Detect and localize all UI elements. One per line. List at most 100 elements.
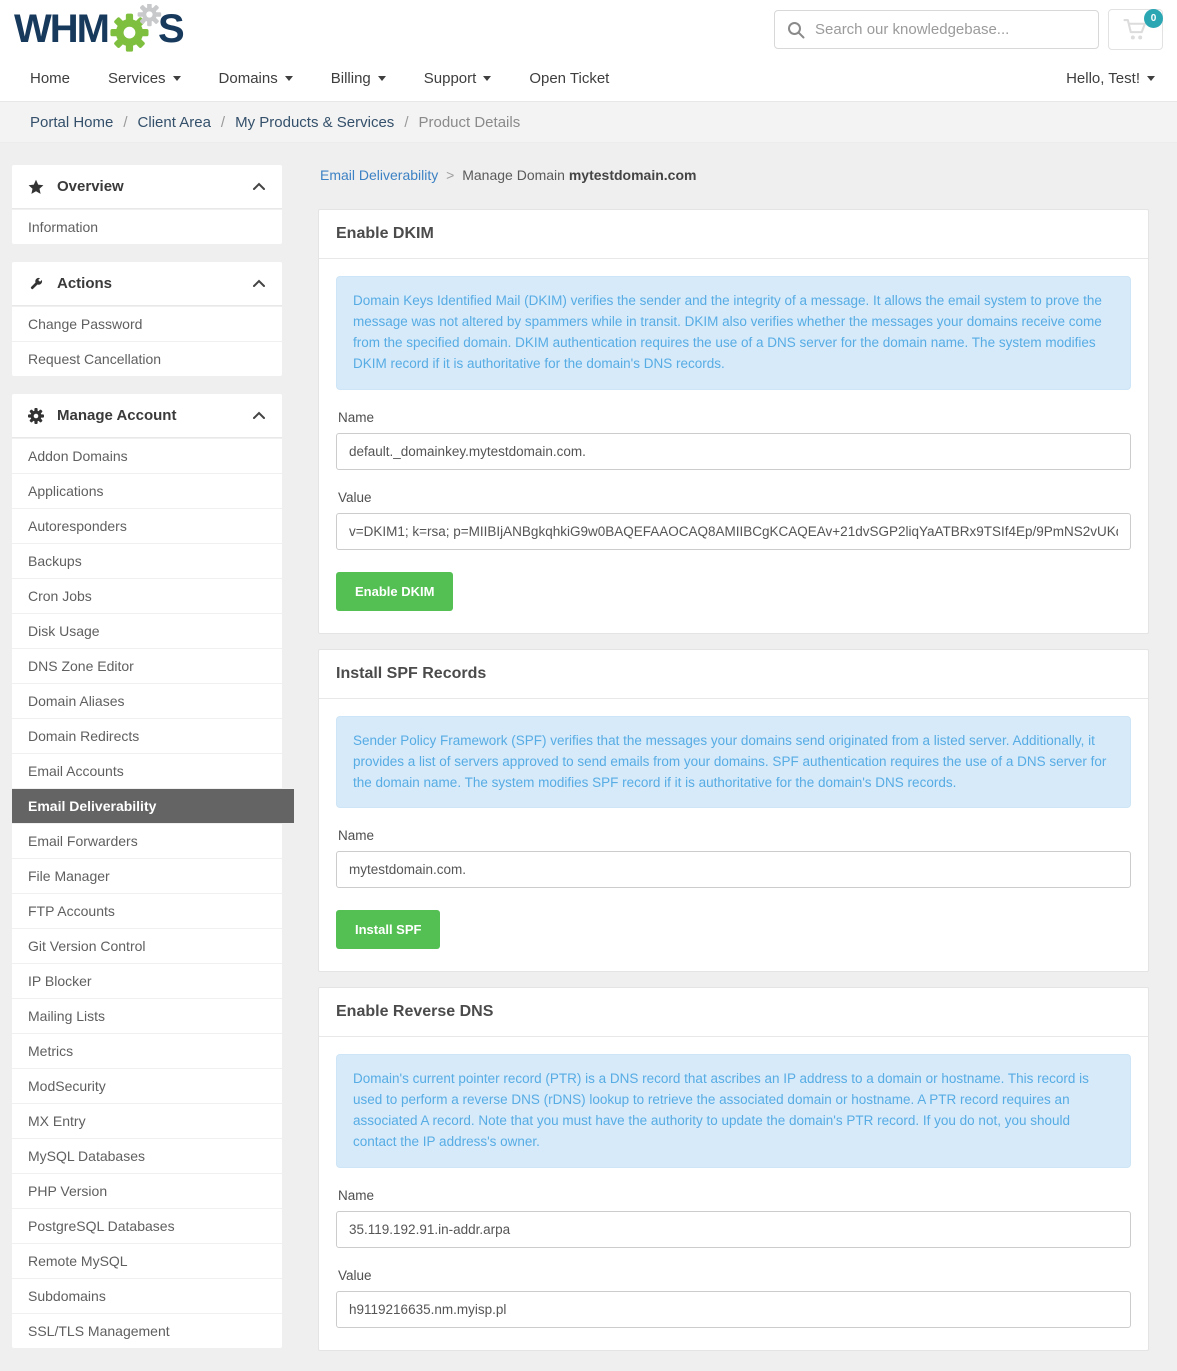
logo-text-whm: WHM (14, 9, 108, 49)
manage-domain-label: Manage Domain (462, 167, 565, 183)
title-separator: > (446, 167, 454, 183)
dkim-name-label: Name (338, 410, 1131, 425)
content-area: Overview Information Actions Change Pass… (0, 143, 1177, 1371)
whmcs-logo[interactable]: WHM S (14, 4, 183, 54)
whmcs-client-area-page: WHM S (0, 0, 1177, 1371)
search-input[interactable] (774, 10, 1099, 49)
breadcrumb: Portal Home / Client Area / My Products … (0, 101, 1177, 143)
panel-title-enable-dkim: Enable DKIM (336, 225, 434, 242)
chevron-up-icon (252, 411, 266, 420)
sidebar-item-file-manager[interactable]: File Manager (12, 858, 282, 893)
ptr-name-label: Name (338, 1188, 1131, 1203)
spf-name-input[interactable] (336, 851, 1131, 888)
sidebar-item-email-accounts[interactable]: Email Accounts (12, 753, 282, 788)
email-deliverability-link[interactable]: Email Deliverability (320, 167, 438, 183)
breadcrumb-my-products[interactable]: My Products & Services (235, 114, 394, 131)
sidebar-item-domain-redirects[interactable]: Domain Redirects (12, 718, 282, 753)
knowledgebase-search (774, 10, 1099, 49)
ptr-name-input[interactable] (336, 1211, 1131, 1248)
sidebar-item-autoresponders[interactable]: Autoresponders (12, 508, 282, 543)
install-spf-panel: Install SPF Records Sender Policy Framew… (318, 649, 1149, 973)
sidebar-item-request-cancellation[interactable]: Request Cancellation (12, 341, 282, 376)
sidebar-item-ssl-tls-management[interactable]: SSL/TLS Management (12, 1313, 282, 1348)
chevron-up-icon (252, 279, 266, 288)
nav-item-home[interactable]: Home (30, 70, 70, 87)
sidebar-item-email-deliverability[interactable]: Email Deliverability (12, 788, 294, 823)
sidebar-item-information[interactable]: Information (12, 209, 282, 244)
sidebar-item-mailing-lists[interactable]: Mailing Lists (12, 998, 282, 1033)
caret-down-icon (483, 76, 491, 81)
sidebar-item-subdomains[interactable]: Subdomains (12, 1278, 282, 1313)
star-icon (28, 179, 44, 195)
gear-logo-icon (105, 4, 163, 54)
logo-text-s: S (158, 9, 183, 49)
sidebar-item-metrics[interactable]: Metrics (12, 1033, 282, 1068)
sidebar-item-modsecurity[interactable]: ModSecurity (12, 1068, 282, 1103)
sidebar-item-email-forwarders[interactable]: Email Forwarders (12, 823, 282, 858)
sidebar-title: Overview (57, 178, 124, 195)
spf-info-alert: Sender Policy Framework (SPF) verifies t… (336, 716, 1131, 809)
nav-item-billing[interactable]: Billing (331, 70, 386, 87)
sidebar-title: Actions (57, 275, 112, 292)
sidebar-title: Manage Account (57, 407, 176, 424)
sidebar-item-mysql-databases[interactable]: MySQL Databases (12, 1138, 282, 1173)
page-title: Email Deliverability > Manage Domain myt… (320, 167, 1149, 183)
sidebar-item-postgresql-databases[interactable]: PostgreSQL Databases (12, 1208, 282, 1243)
sidebar-header-overview[interactable]: Overview (12, 165, 282, 209)
sidebar-item-ftp-accounts[interactable]: FTP Accounts (12, 893, 282, 928)
sidebar-item-git-version-control[interactable]: Git Version Control (12, 928, 282, 963)
sidebar-item-remote-mysql[interactable]: Remote MySQL (12, 1243, 282, 1278)
enable-reverse-dns-panel: Enable Reverse DNS Domain's current poin… (318, 987, 1149, 1351)
dkim-value-label: Value (338, 490, 1131, 505)
enable-dkim-button[interactable]: Enable DKIM (336, 572, 453, 611)
sidebar-item-dns-zone-editor[interactable]: DNS Zone Editor (12, 648, 282, 683)
account-menu[interactable]: Hello, Test! (1066, 70, 1155, 87)
sidebar-item-disk-usage[interactable]: Disk Usage (12, 613, 282, 648)
breadcrumb-separator: / (123, 114, 127, 131)
sidebar-item-applications[interactable]: Applications (12, 473, 282, 508)
nav-item-domains[interactable]: Domains (219, 70, 293, 87)
caret-down-icon (1147, 76, 1155, 81)
ptr-value-label: Value (338, 1268, 1131, 1283)
sidebar-item-backups[interactable]: Backups (12, 543, 282, 578)
breadcrumb-portal-home[interactable]: Portal Home (30, 114, 113, 131)
sidebar-header-actions[interactable]: Actions (12, 262, 282, 306)
topbar-right: 0 (774, 9, 1163, 50)
sidebar-item-ip-blocker[interactable]: IP Blocker (12, 963, 282, 998)
sidebar-item-php-version[interactable]: PHP Version (12, 1173, 282, 1208)
breadcrumb-client-area[interactable]: Client Area (138, 114, 211, 131)
sidebar-item-change-password[interactable]: Change Password (12, 306, 282, 341)
dkim-value-input[interactable] (336, 513, 1131, 550)
sidebar-item-mx-entry[interactable]: MX Entry (12, 1103, 282, 1138)
breadcrumb-separator: / (404, 114, 408, 131)
nav-item-services[interactable]: Services (108, 70, 181, 87)
sidebar-panel-overview: Overview Information (12, 165, 282, 244)
footer: Powered by WHMCompleteSolution (318, 1366, 1149, 1371)
top-bar: WHM S (0, 0, 1177, 56)
sidebar: Overview Information Actions Change Pass… (12, 165, 282, 1366)
nav-item-open-ticket[interactable]: Open Ticket (529, 70, 609, 87)
cart-button[interactable]: 0 (1108, 9, 1163, 50)
sidebar-header-manage-account[interactable]: Manage Account (12, 394, 282, 438)
breadcrumb-current: Product Details (418, 114, 520, 131)
panel-title-enable-reverse-dns: Enable Reverse DNS (336, 1003, 493, 1020)
sidebar-item-cron-jobs[interactable]: Cron Jobs (12, 578, 282, 613)
panel-title-install-spf: Install SPF Records (336, 665, 486, 682)
ptr-value-input[interactable] (336, 1291, 1131, 1328)
wrench-icon (28, 276, 44, 292)
main-column: Email Deliverability > Manage Domain myt… (318, 165, 1149, 1371)
install-spf-button[interactable]: Install SPF (336, 910, 440, 949)
sidebar-item-domain-aliases[interactable]: Domain Aliases (12, 683, 282, 718)
search-icon (787, 21, 805, 39)
sidebar-panel-manage-account: Manage Account Addon Domains Application… (12, 394, 282, 1348)
nav-menu: Home Services Domains Billing Support Op… (30, 70, 609, 87)
sidebar-panel-actions: Actions Change Password Request Cancella… (12, 262, 282, 376)
caret-down-icon (173, 76, 181, 81)
gear-icon (28, 408, 44, 424)
spf-name-label: Name (338, 828, 1131, 843)
sidebar-item-addon-domains[interactable]: Addon Domains (12, 438, 282, 473)
nav-item-support[interactable]: Support (424, 70, 492, 87)
dkim-name-input[interactable] (336, 433, 1131, 470)
chevron-up-icon (252, 182, 266, 191)
caret-down-icon (285, 76, 293, 81)
